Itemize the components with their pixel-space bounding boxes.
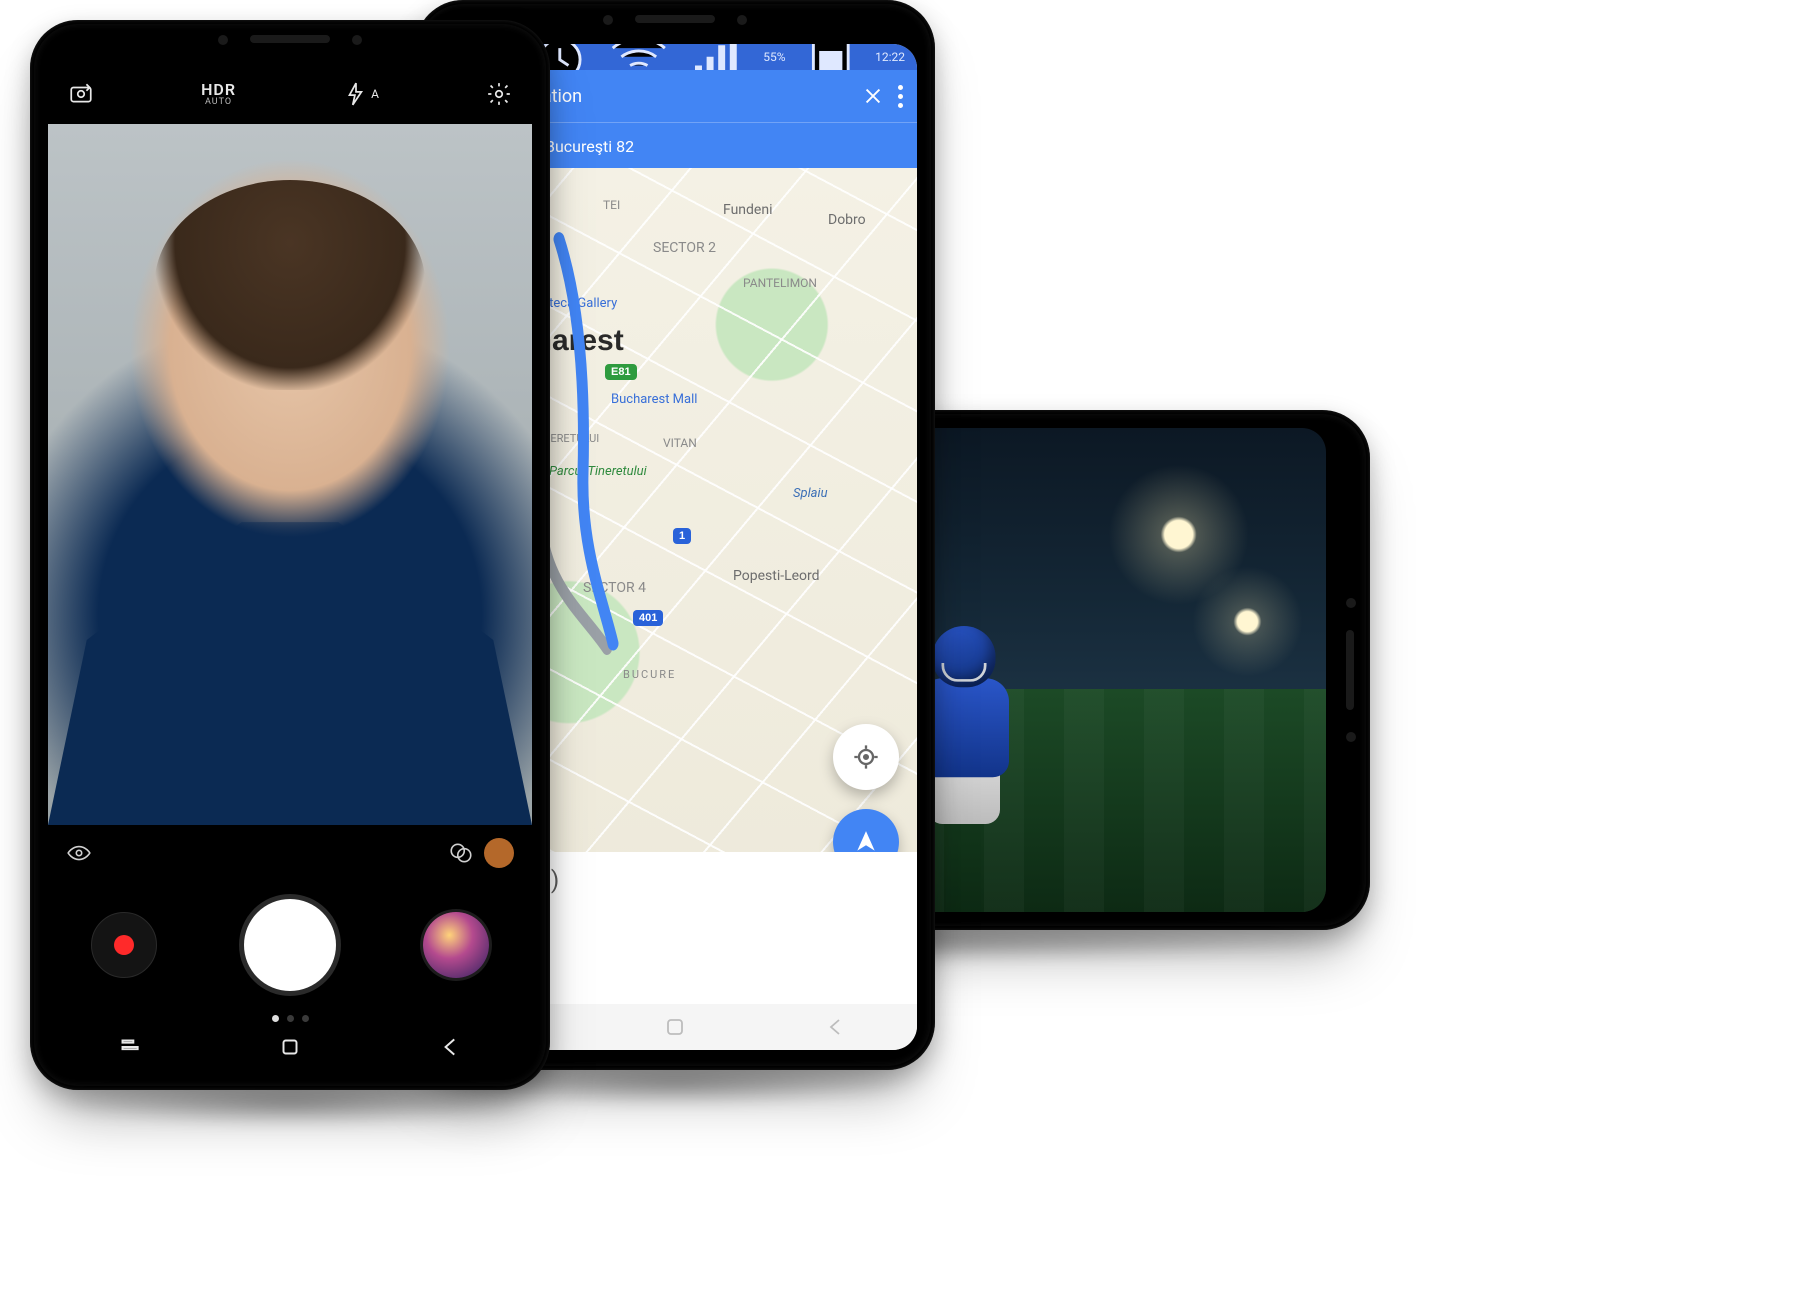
record-video-button[interactable]	[91, 912, 157, 978]
camera-top-bar: HDRAUTO A	[48, 64, 532, 124]
flash-toggle[interactable]: A	[343, 81, 379, 107]
gallery-thumbnail[interactable]	[423, 912, 489, 978]
shutter-button[interactable]	[244, 899, 336, 991]
back-icon[interactable]	[438, 1034, 464, 1060]
mode-pager-dots	[48, 1015, 532, 1022]
home-icon[interactable]	[277, 1034, 303, 1060]
hdr-toggle[interactable]: HDRAUTO	[201, 82, 236, 107]
camera-screen: HDRAUTO A	[48, 64, 532, 1070]
battery-percent: 55%	[763, 50, 785, 64]
camera-viewfinder[interactable]	[48, 124, 532, 825]
eye-icon[interactable]	[66, 840, 92, 866]
camera-bottom-bar	[48, 880, 532, 1010]
filters-icon[interactable]	[448, 840, 474, 866]
switch-camera-icon[interactable]	[68, 81, 94, 107]
recents-icon[interactable]	[116, 1034, 142, 1060]
settings-gear-icon[interactable]	[486, 81, 512, 107]
back-icon[interactable]	[824, 1015, 848, 1039]
flash-icon	[343, 81, 369, 107]
overflow-menu-icon[interactable]	[898, 85, 903, 108]
android-nav-bar	[48, 1024, 532, 1070]
close-icon[interactable]	[862, 85, 884, 107]
stickers-icon[interactable]	[484, 838, 514, 868]
my-location-button[interactable]	[833, 724, 899, 790]
camera-phone: HDRAUTO A	[30, 20, 550, 1090]
home-icon[interactable]	[663, 1015, 687, 1039]
status-time: 12:22	[875, 50, 905, 64]
camera-mode-strip	[48, 825, 532, 880]
crosshair-icon	[852, 743, 880, 771]
